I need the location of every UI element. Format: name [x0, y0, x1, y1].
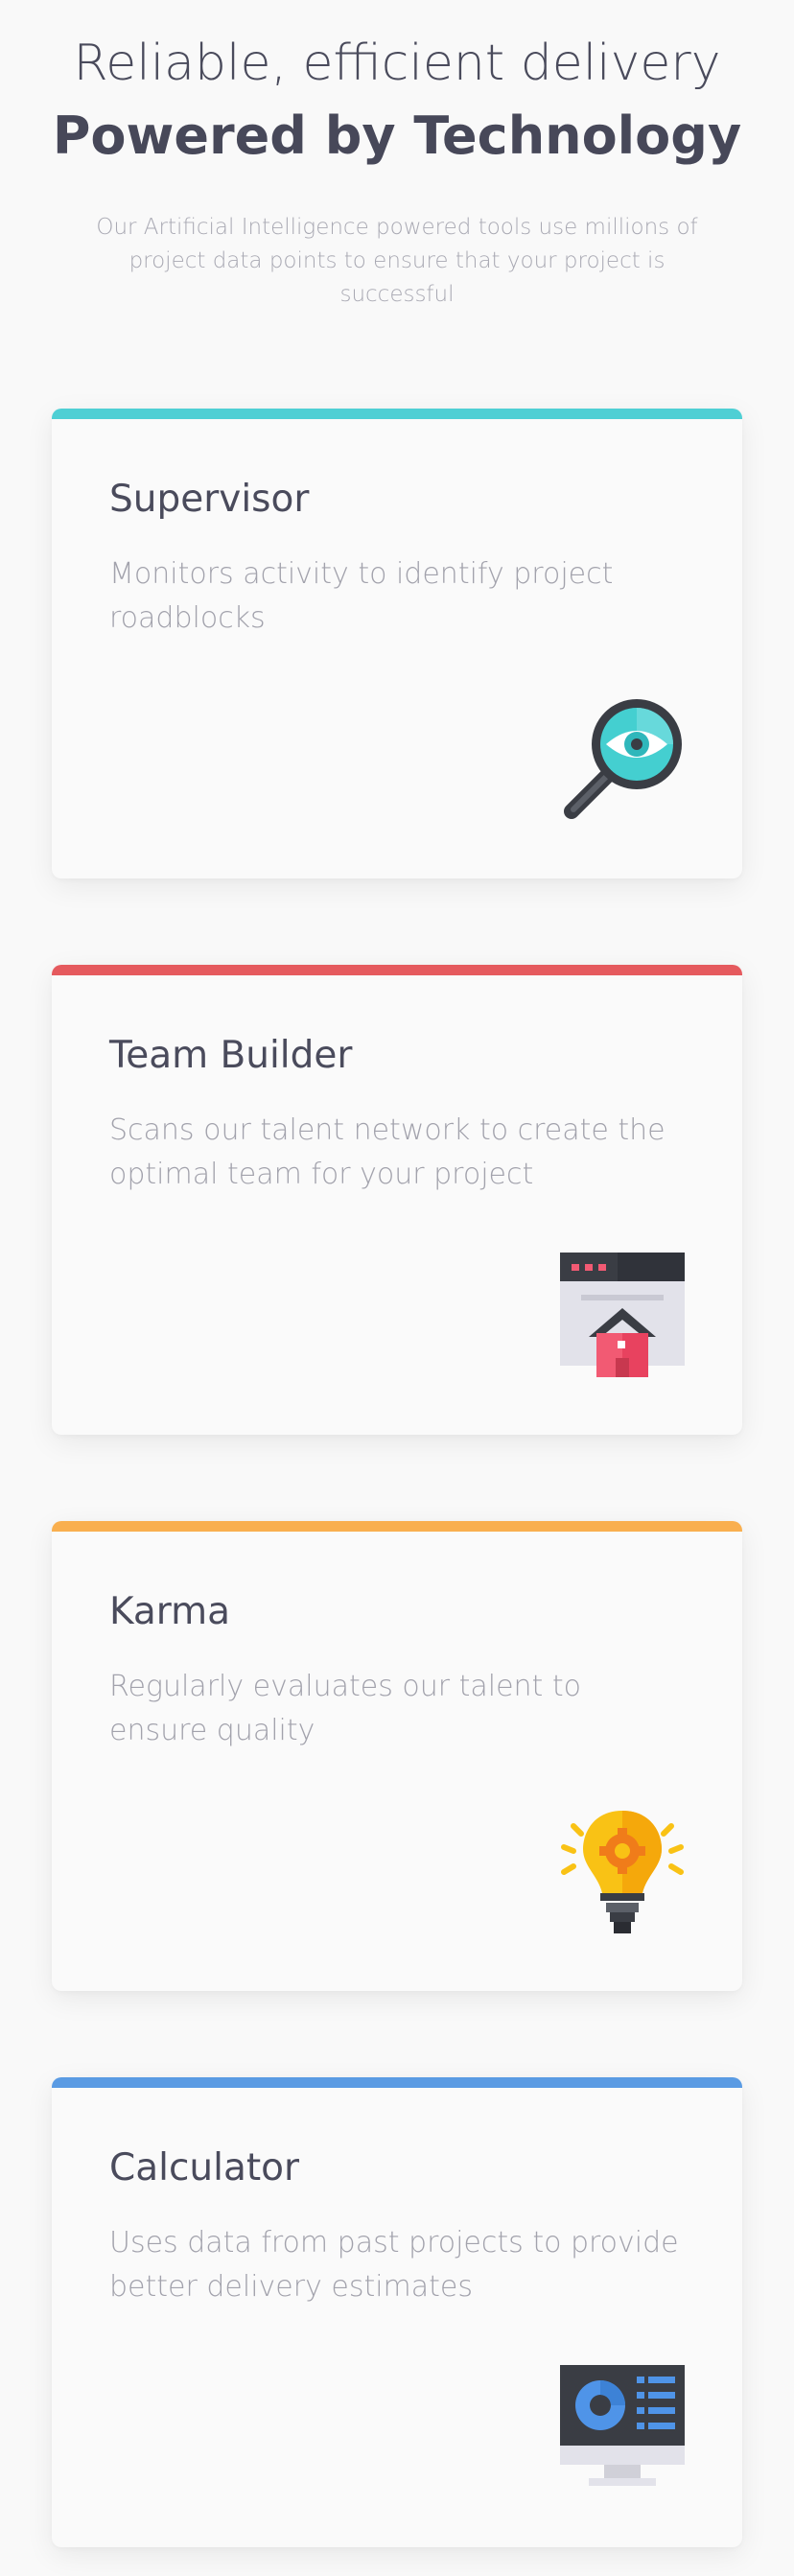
- card-title: Karma: [109, 1590, 231, 1633]
- headline-light: Reliable, efficient delivery: [73, 35, 721, 92]
- card-description: Regularly evaluates our talent to ensure…: [109, 1670, 581, 1747]
- card-karma: Karma Regularly evaluates our talent to …: [52, 1521, 742, 1991]
- page: Reliable, efficient delivery Powered by …: [0, 0, 794, 2576]
- card-accent-bar: [52, 409, 742, 419]
- card-calculator: Calculator Uses data from past projects …: [52, 2077, 742, 2547]
- card-accent-bar: [52, 965, 742, 975]
- card-supervisor: Supervisor Monitors activity to identify…: [52, 409, 742, 878]
- card-title: Team Builder: [109, 1034, 353, 1077]
- intro-text: Our Artificial Intelligence powered tool…: [96, 215, 698, 307]
- lightbulb-gear-icon: [560, 1809, 685, 1933]
- card-title: Calculator: [109, 2146, 300, 2190]
- card-accent-bar: [52, 1521, 742, 1532]
- card-description: Scans our talent network to create the o…: [109, 1113, 666, 1191]
- card-accent-bar: [52, 2077, 742, 2088]
- magnifier-eye-icon: [560, 696, 685, 821]
- card-team-builder: Team Builder Scans our talent network to…: [52, 965, 742, 1435]
- browser-house-icon: [560, 1253, 685, 1377]
- card-title: Supervisor: [109, 478, 310, 521]
- monitor-dashboard-icon: [560, 2365, 685, 2490]
- card-description: Uses data from past projects to provide …: [109, 2226, 679, 2304]
- headline-bold: Powered by Technology: [52, 105, 742, 166]
- card-description: Monitors activity to identify project ro…: [109, 557, 614, 635]
